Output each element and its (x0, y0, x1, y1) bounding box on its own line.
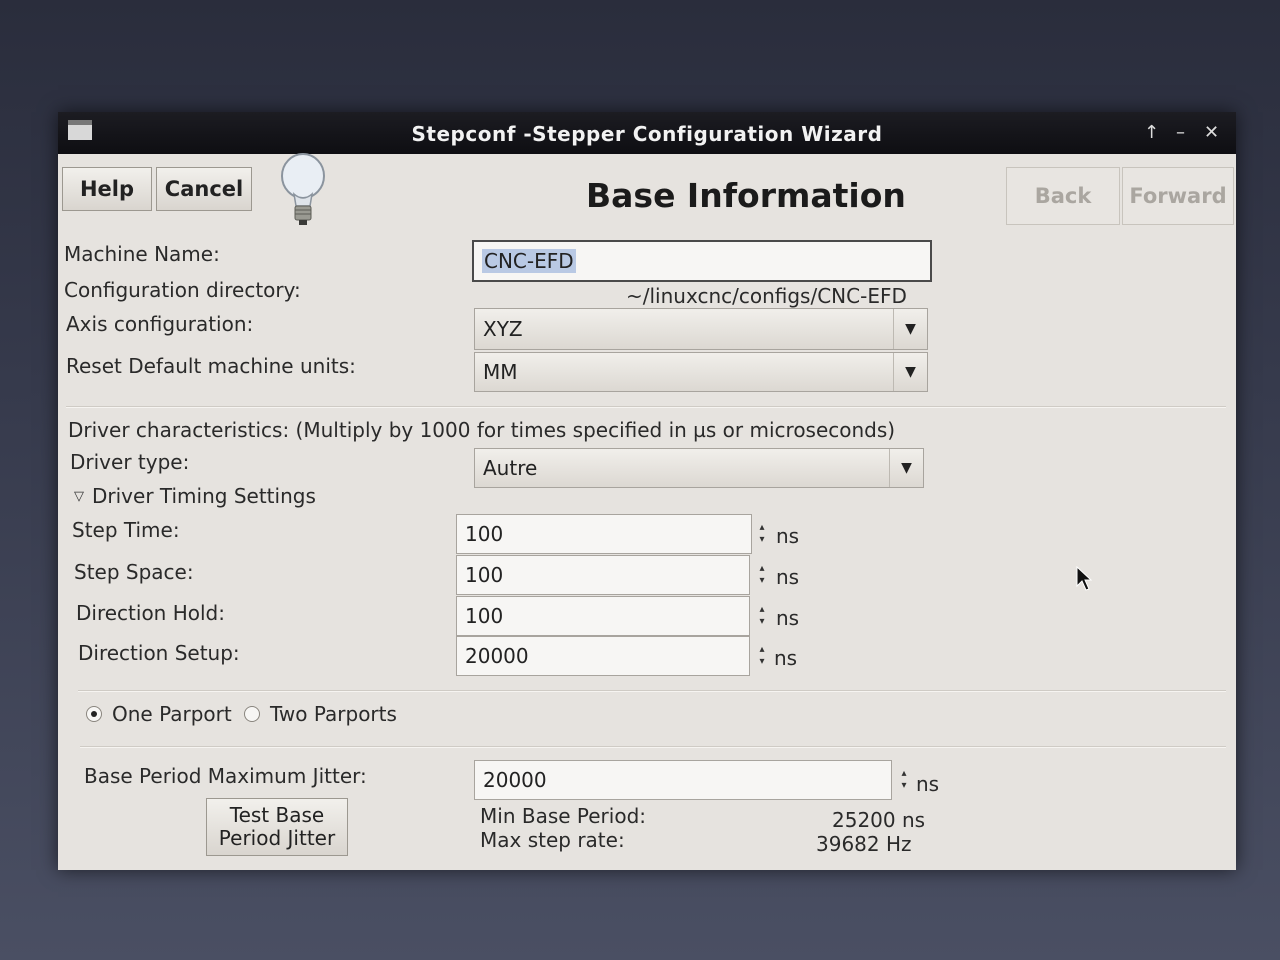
machine-name-input[interactable]: CNC-EFD (472, 240, 932, 282)
step-time-unit: ns (776, 524, 800, 548)
title-bar[interactable]: Stepconf -Stepper Configuration Wizard ↑… (58, 112, 1236, 154)
test-base-period-jitter-button[interactable]: Test Base Period Jitter (206, 798, 348, 856)
step-time-spin-up[interactable]: ▴ (754, 522, 770, 533)
min-base-period-value: 25200 ns (832, 808, 926, 832)
step-space-spin-up[interactable]: ▴ (754, 563, 770, 574)
axis-config-combo[interactable]: XYZ ▼ (474, 308, 928, 350)
direction-setup-spin-down[interactable]: ▾ (754, 656, 770, 667)
driver-type-value: Autre (483, 456, 538, 480)
stepconf-window: Stepconf -Stepper Configuration Wizard ↑… (58, 112, 1236, 870)
step-space-input[interactable]: 100 (456, 555, 750, 595)
base-jitter-label: Base Period Maximum Jitter: (84, 764, 367, 788)
separator (66, 406, 1226, 408)
separator (80, 746, 1226, 748)
machine-units-value: MM (483, 360, 518, 384)
direction-setup-label: Direction Setup: (78, 641, 240, 665)
machine-units-label: Reset Default machine units: (66, 354, 356, 378)
direction-setup-unit: ns (774, 646, 798, 670)
step-space-spin-down[interactable]: ▾ (754, 575, 770, 586)
max-step-rate-value: 39682 Hz (816, 832, 912, 856)
test-button-line1: Test Base (229, 803, 325, 827)
machine-name-label: Machine Name: (64, 242, 220, 266)
direction-hold-label: Direction Hold: (76, 601, 225, 625)
direction-hold-input[interactable]: 100 (456, 596, 750, 636)
min-base-period-label: Min Base Period: (480, 804, 647, 828)
separator (78, 690, 1226, 692)
step-time-spin-down[interactable]: ▾ (754, 534, 770, 545)
config-dir-value: ~/linuxcnc/configs/CNC-EFD (626, 284, 907, 308)
back-button[interactable]: Back (1006, 167, 1120, 225)
base-jitter-unit: ns (916, 772, 940, 796)
driver-timing-label: Driver Timing Settings (92, 484, 316, 508)
machine-units-combo[interactable]: MM ▼ (474, 352, 928, 392)
direction-hold-spin-down[interactable]: ▾ (754, 616, 770, 627)
one-parport-radio[interactable] (86, 706, 102, 722)
axis-config-value: XYZ (483, 317, 523, 341)
forward-button[interactable]: Forward (1122, 167, 1234, 225)
minimize-icon[interactable]: – (1176, 122, 1185, 143)
driver-type-label: Driver type: (70, 450, 190, 474)
base-jitter-input[interactable]: 20000 (474, 760, 892, 800)
mouse-pointer-icon (1076, 566, 1092, 591)
config-dir-label: Configuration directory: (64, 278, 301, 302)
step-time-input[interactable]: 100 (456, 514, 752, 554)
direction-hold-spin-up[interactable]: ▴ (754, 604, 770, 615)
driver-characteristics-heading: Driver characteristics: (Multiply by 100… (68, 418, 896, 442)
base-jitter-spin-up[interactable]: ▴ (896, 768, 912, 779)
help-button[interactable]: Help (62, 167, 152, 211)
two-parports-label[interactable]: Two Parports (270, 702, 397, 726)
axis-config-label: Axis configuration: (66, 312, 254, 336)
lightbulb-icon (281, 153, 325, 225)
direction-setup-spin-up[interactable]: ▴ (754, 644, 770, 655)
window-title: Stepconf -Stepper Configuration Wizard (411, 122, 883, 146)
step-time-label: Step Time: (72, 518, 180, 542)
step-space-unit: ns (776, 565, 800, 589)
base-jitter-spin-down[interactable]: ▾ (896, 780, 912, 791)
direction-hold-unit: ns (776, 606, 800, 630)
step-space-label: Step Space: (74, 560, 194, 584)
cancel-button[interactable]: Cancel (156, 167, 252, 211)
maximize-icon[interactable]: ↑ (1144, 122, 1159, 143)
direction-setup-input[interactable]: 20000 (456, 636, 750, 676)
two-parports-radio[interactable] (244, 706, 260, 722)
test-button-line2: Period Jitter (218, 826, 336, 850)
chevron-down-icon: ▼ (889, 449, 923, 487)
driver-type-combo[interactable]: Autre ▼ (474, 448, 924, 488)
expander-triangle-icon: ▽ (74, 489, 84, 504)
page-title: Base Information (586, 176, 906, 215)
chevron-down-icon: ▼ (893, 353, 927, 391)
one-parport-label[interactable]: One Parport (112, 702, 232, 726)
machine-name-value: CNC-EFD (482, 249, 576, 273)
chevron-down-icon: ▼ (893, 309, 927, 349)
max-step-rate-label: Max step rate: (480, 828, 625, 852)
close-icon[interactable]: ✕ (1204, 122, 1219, 143)
